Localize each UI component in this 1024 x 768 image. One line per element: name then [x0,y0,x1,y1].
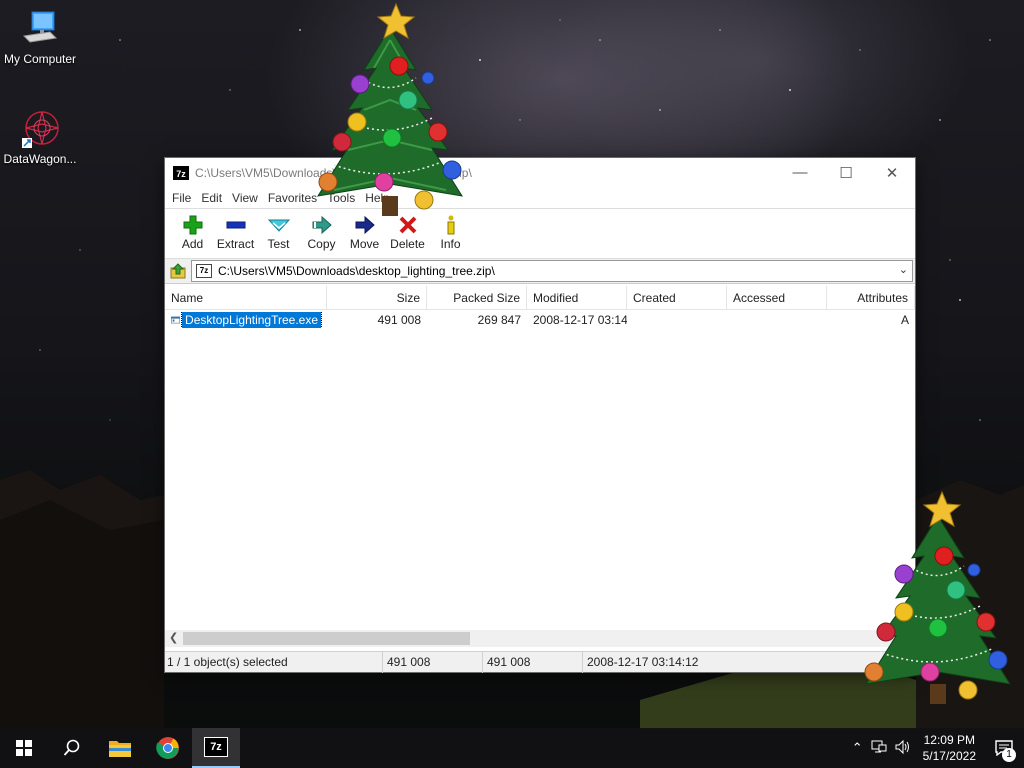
clock-time: 12:09 PM [923,733,975,747]
status-selected: 1 / 1 object(s) selected [165,651,383,673]
file-packed-size: 269 847 [477,313,521,327]
datawagon-logo-icon [20,108,60,148]
search-button[interactable] [48,728,96,768]
folder-icon [109,741,131,757]
menu-edit[interactable]: Edit [196,191,227,205]
title-bar[interactable]: 7z C:\Users\VM5\Downloads\desktop_lighti… [165,158,915,187]
menu-bar: File Edit View Favorites Tools Help [165,187,915,208]
sevenzip-app-icon: 7z [173,165,189,180]
action-center-button[interactable]: 1 [984,728,1024,768]
table-row[interactable]: DesktopLightingTree.exe 491 008 269 847 … [165,310,915,330]
file-explorer-button[interactable] [96,728,144,768]
menu-view[interactable]: View [227,191,263,205]
column-created[interactable]: Created [627,286,727,310]
chrome-icon [156,737,179,759]
desktop-icon-my-computer[interactable]: My Computer [0,8,80,66]
file-attributes: A [900,313,909,327]
column-accessed[interactable]: Accessed [727,286,827,310]
desktop-icon-label: DataWagon... [3,152,77,166]
status-size: 491 008 [383,651,483,673]
close-button[interactable]: ✕ [869,158,915,187]
column-packed-size[interactable]: Packed Size [427,286,527,310]
up-folder-icon [170,263,186,279]
sevenzip-taskbar-button[interactable]: 7z [192,728,240,768]
chevron-down-icon[interactable]: ⌄ [899,263,908,276]
horizontal-scrollbar[interactable]: ❮ [165,630,915,647]
file-list[interactable]: Name Size Packed Size Modified Created A… [165,286,915,648]
column-attributes[interactable]: Attributes [827,286,915,310]
exe-file-icon [171,316,181,324]
chrome-button[interactable] [144,728,192,768]
sevenzip-window[interactable]: 7z C:\Users\VM5\Downloads\desktop_lighti… [164,157,916,673]
file-size: 491 008 [377,313,421,327]
extract-button[interactable]: Extract [214,209,257,251]
file-name: DesktopLightingTree.exe [181,312,322,328]
maximize-button[interactable]: ☐ [823,158,869,187]
status-modified: 2008-12-17 03:14:12 [587,654,699,669]
start-button[interactable] [0,728,48,768]
christmas-tree-decoration [316,2,464,216]
system-tray: ⌃ 12:09 PM 5/17/2022 1 [848,728,1024,768]
computer-icon [20,8,60,48]
notification-badge: 1 [1002,748,1016,762]
column-size[interactable]: Size [327,286,427,310]
minimize-button[interactable]: — [777,158,823,187]
clock[interactable]: 12:09 PM 5/17/2022 [915,732,984,764]
volume-icon[interactable] [891,739,915,757]
add-icon [181,214,205,236]
sevenzip-app-icon: 7z [204,737,228,757]
status-packed: 491 008 [483,651,583,673]
search-icon [63,739,80,756]
scroll-left-icon[interactable]: ❮ [169,631,178,644]
christmas-tree-decoration [864,490,1012,704]
menu-file[interactable]: File [167,191,196,205]
address-path: C:\Users\VM5\Downloads\desktop_lighting_… [218,264,495,278]
up-folder-button[interactable] [165,259,191,283]
column-name[interactable]: Name [165,286,327,310]
add-button[interactable]: Add [171,209,214,251]
chevron-up-icon[interactable]: ⌃ [848,740,867,756]
address-bar: 7z C:\Users\VM5\Downloads\desktop_lighti… [165,258,915,284]
toolbar: Add Extract Test Copy Move Delete Info [165,208,915,258]
desktop-icon-datawagon[interactable]: DataWagon... [0,108,80,166]
address-field[interactable]: 7z C:\Users\VM5\Downloads\desktop_lighti… [191,260,913,282]
column-header: Name Size Packed Size Modified Created A… [165,286,915,310]
archive-icon: 7z [196,264,212,278]
column-modified[interactable]: Modified [527,286,627,310]
desktop-icon-label: My Computer [3,52,77,66]
taskbar: 7z ⌃ 12:09 PM 5/17/2022 1 [0,728,1024,768]
status-bar: 1 / 1 object(s) selected 491 008 491 008… [165,651,915,673]
file-modified: 2008-12-17 03:14 [533,313,627,327]
test-button[interactable]: Test [257,209,300,251]
test-icon [267,214,291,236]
extract-icon [224,214,248,236]
network-icon[interactable] [867,740,891,757]
clock-date: 5/17/2022 [922,749,976,763]
windows-logo-icon [16,740,32,756]
scrollbar-thumb[interactable] [183,632,470,645]
